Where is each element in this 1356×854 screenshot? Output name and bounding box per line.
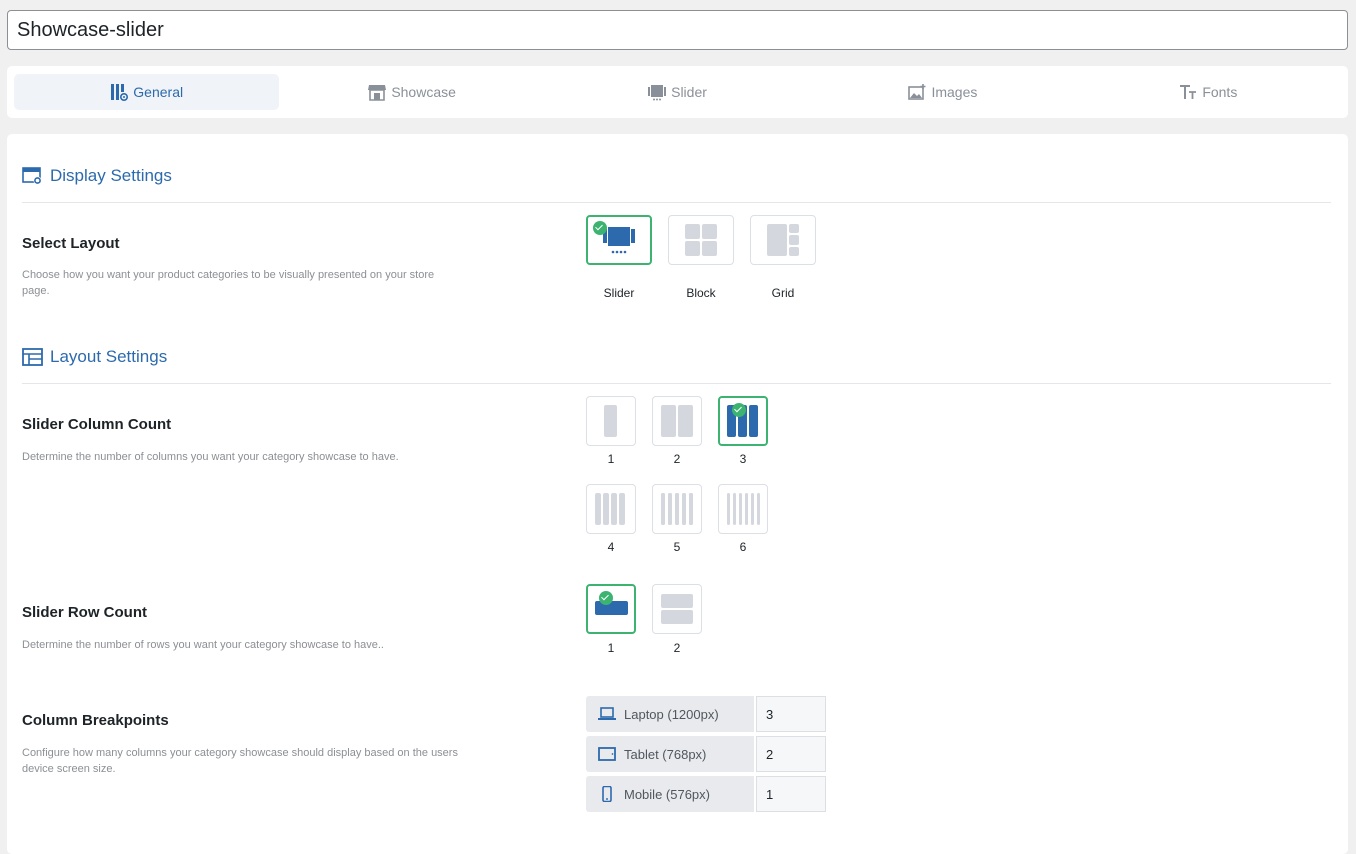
breakpoint-label-text: Laptop (1200px) bbox=[624, 706, 719, 722]
layout-option-grid[interactable] bbox=[750, 215, 816, 265]
tab-label: Fonts bbox=[1202, 84, 1238, 100]
selected-check-icon bbox=[732, 403, 746, 417]
laptop-columns-input[interactable] bbox=[756, 696, 826, 732]
two-columns-icon bbox=[661, 405, 693, 437]
tab-slider[interactable]: Slider bbox=[545, 74, 810, 110]
post-title-input[interactable] bbox=[7, 10, 1348, 50]
laptop-icon bbox=[598, 707, 616, 720]
column-option-label: 1 bbox=[607, 452, 615, 466]
column-option-5[interactable] bbox=[652, 484, 702, 534]
section-title: Layout Settings bbox=[50, 347, 168, 366]
breakpoint-label: Mobile (576px) bbox=[586, 776, 754, 812]
selected-check-icon bbox=[593, 221, 607, 235]
mobile-columns-input[interactable] bbox=[756, 776, 826, 812]
tab-label: Images bbox=[931, 84, 978, 100]
divider bbox=[22, 202, 1331, 203]
images-icon bbox=[908, 84, 926, 100]
breakpoint-label-text: Mobile (576px) bbox=[624, 786, 710, 802]
divider bbox=[22, 383, 1331, 384]
section-title: Display Settings bbox=[50, 166, 172, 185]
settings-tabs: General Showcase Slider Images Fonts bbox=[7, 66, 1348, 118]
six-columns-icon bbox=[727, 493, 760, 525]
settings-panel: Display Settings Select Layout Choose ho… bbox=[7, 134, 1348, 854]
one-column-icon bbox=[604, 405, 617, 437]
layout-table-icon bbox=[22, 347, 43, 366]
grid-layout-icon bbox=[767, 224, 799, 256]
row-count-description: Determine the number of rows you want yo… bbox=[22, 639, 384, 651]
layout-option-label: Slider bbox=[603, 286, 635, 300]
select-layout-description: Choose how you want your product categor… bbox=[22, 269, 435, 297]
layout-settings-heading: Layout Settings bbox=[22, 347, 167, 367]
row-option-label: 2 bbox=[673, 641, 681, 655]
row-option-label: 1 bbox=[607, 641, 615, 655]
window-gear-icon bbox=[22, 166, 42, 184]
tablet-columns-input[interactable] bbox=[756, 736, 826, 772]
layout-option-block[interactable] bbox=[668, 215, 734, 265]
column-option-6[interactable] bbox=[718, 484, 768, 534]
display-settings-heading: Display Settings bbox=[22, 166, 172, 186]
tab-general[interactable]: General bbox=[14, 74, 280, 110]
column-option-label: 6 bbox=[739, 540, 747, 554]
tablet-icon bbox=[598, 747, 616, 761]
column-option-2[interactable] bbox=[652, 396, 702, 446]
column-option-label: 2 bbox=[673, 452, 681, 466]
column-option-label: 4 bbox=[607, 540, 615, 554]
breakpoint-row-tablet: Tablet (768px) bbox=[586, 736, 826, 772]
tab-label: General bbox=[133, 84, 184, 100]
breakpoint-label: Tablet (768px) bbox=[586, 736, 754, 772]
tab-showcase[interactable]: Showcase bbox=[279, 74, 544, 110]
breakpoints-description: Configure how many columns your category… bbox=[22, 747, 458, 775]
slider-icon bbox=[648, 85, 667, 101]
column-option-1[interactable] bbox=[586, 396, 636, 446]
tab-images[interactable]: Images bbox=[810, 74, 1075, 110]
column-option-3[interactable] bbox=[718, 396, 768, 446]
breakpoint-row-laptop: Laptop (1200px) bbox=[586, 696, 826, 732]
storefront-icon bbox=[368, 85, 387, 101]
column-option-label: 5 bbox=[673, 540, 681, 554]
column-option-label: 3 bbox=[739, 452, 747, 466]
fonts-icon bbox=[1180, 85, 1197, 99]
layout-option-slider[interactable] bbox=[586, 215, 652, 265]
breakpoint-label: Laptop (1200px) bbox=[586, 696, 754, 732]
tab-label: Showcase bbox=[391, 84, 456, 100]
column-count-title: Slider Column Count bbox=[22, 416, 172, 433]
two-rows-icon bbox=[661, 594, 693, 624]
select-layout-title: Select Layout bbox=[22, 235, 120, 252]
mobile-icon bbox=[602, 786, 612, 802]
block-layout-icon bbox=[685, 224, 717, 256]
breakpoint-label-text: Tablet (768px) bbox=[624, 746, 707, 762]
breakpoint-row-mobile: Mobile (576px) bbox=[586, 776, 826, 812]
five-columns-icon bbox=[661, 493, 693, 525]
layout-option-label: Grid bbox=[771, 286, 795, 300]
breakpoints-title: Column Breakpoints bbox=[22, 712, 169, 729]
column-option-4[interactable] bbox=[586, 484, 636, 534]
column-count-description: Determine the number of columns you want… bbox=[22, 451, 399, 463]
layout-option-label: Block bbox=[686, 286, 716, 300]
four-columns-icon bbox=[595, 493, 625, 525]
row-option-1[interactable] bbox=[586, 584, 636, 634]
row-count-title: Slider Row Count bbox=[22, 604, 147, 621]
tab-fonts[interactable]: Fonts bbox=[1076, 74, 1341, 110]
tab-label: Slider bbox=[671, 84, 707, 100]
columns-gear-icon bbox=[111, 84, 129, 101]
row-option-2[interactable] bbox=[652, 584, 702, 634]
selected-check-icon bbox=[599, 591, 613, 605]
